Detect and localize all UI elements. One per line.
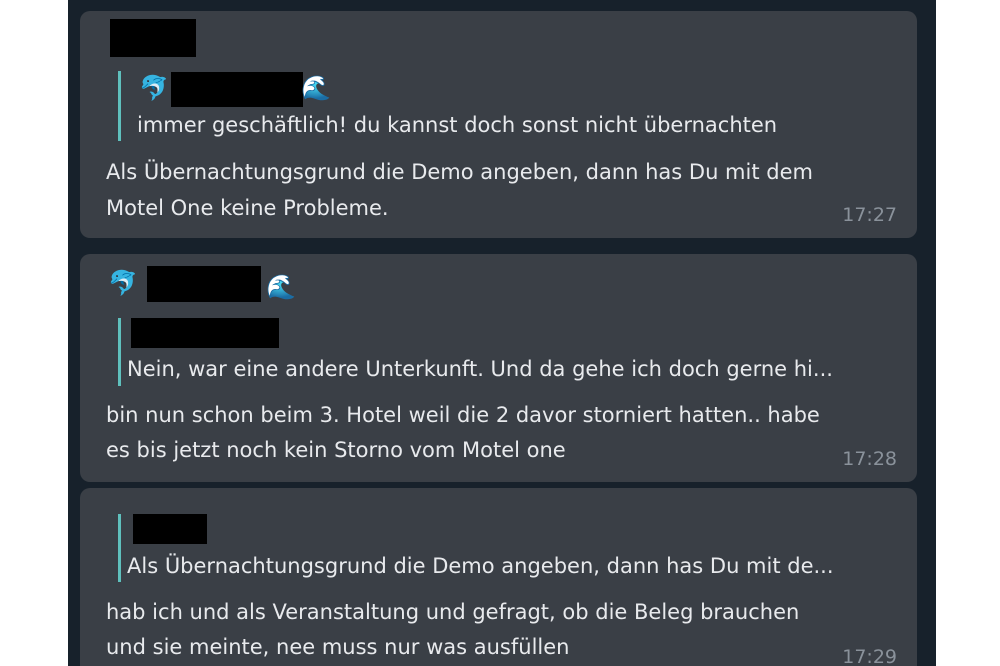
redacted-quoted-name xyxy=(133,514,207,544)
wave-icon: 🌊 xyxy=(266,273,296,301)
message-line: Als Übernachtungsgrund die Demo angeben,… xyxy=(106,160,813,184)
message-line: es bis jetzt noch kein Storno vom Motel … xyxy=(106,438,566,462)
quote-text: Nein, war eine andere Unterkunft. Und da… xyxy=(127,357,833,381)
message-line: bin nun schon beim 3. Hotel weil die 2 d… xyxy=(106,403,820,427)
quote-text: immer geschäftlich! du kannst doch sonst… xyxy=(137,113,778,137)
redacted-quoted-name xyxy=(131,318,279,348)
message-line: Motel One keine Probleme. xyxy=(106,196,389,220)
wave-icon: 🌊 xyxy=(301,74,331,102)
message-line: und sie meinte, nee muss nur was ausfüll… xyxy=(106,635,570,659)
message-timestamp: 17:28 xyxy=(842,448,897,470)
message-bubble[interactable]: Als Übernachtungsgrund die Demo angeben,… xyxy=(80,488,917,666)
message-timestamp: 17:29 xyxy=(842,646,897,666)
redacted-sender-name xyxy=(110,19,196,57)
dolphin-icon: 🐬 xyxy=(108,269,138,297)
dolphin-icon: 🐬 xyxy=(139,74,169,102)
message-bubble[interactable]: 🐬 🌊 Nein, war eine andere Unterkunft. Un… xyxy=(80,254,917,482)
quote-text: Als Übernachtungsgrund die Demo angeben,… xyxy=(127,554,834,578)
reply-quote[interactable]: Als Übernachtungsgrund die Demo angeben,… xyxy=(118,514,834,582)
message-timestamp: 17:27 xyxy=(842,204,897,226)
chat-view: 🐬 🌊 immer geschäftlich! du kannst doch s… xyxy=(68,0,936,666)
reply-quote[interactable]: 🐬 🌊 immer geschäftlich! du kannst doch s… xyxy=(118,71,777,141)
reply-quote[interactable]: Nein, war eine andere Unterkunft. Und da… xyxy=(118,318,833,386)
message-line: hab ich und als Veranstaltung und gefrag… xyxy=(106,600,800,624)
redacted-quoted-name xyxy=(171,72,303,107)
redacted-sender-name xyxy=(147,266,261,302)
message-bubble[interactable]: 🐬 🌊 immer geschäftlich! du kannst doch s… xyxy=(80,11,917,238)
